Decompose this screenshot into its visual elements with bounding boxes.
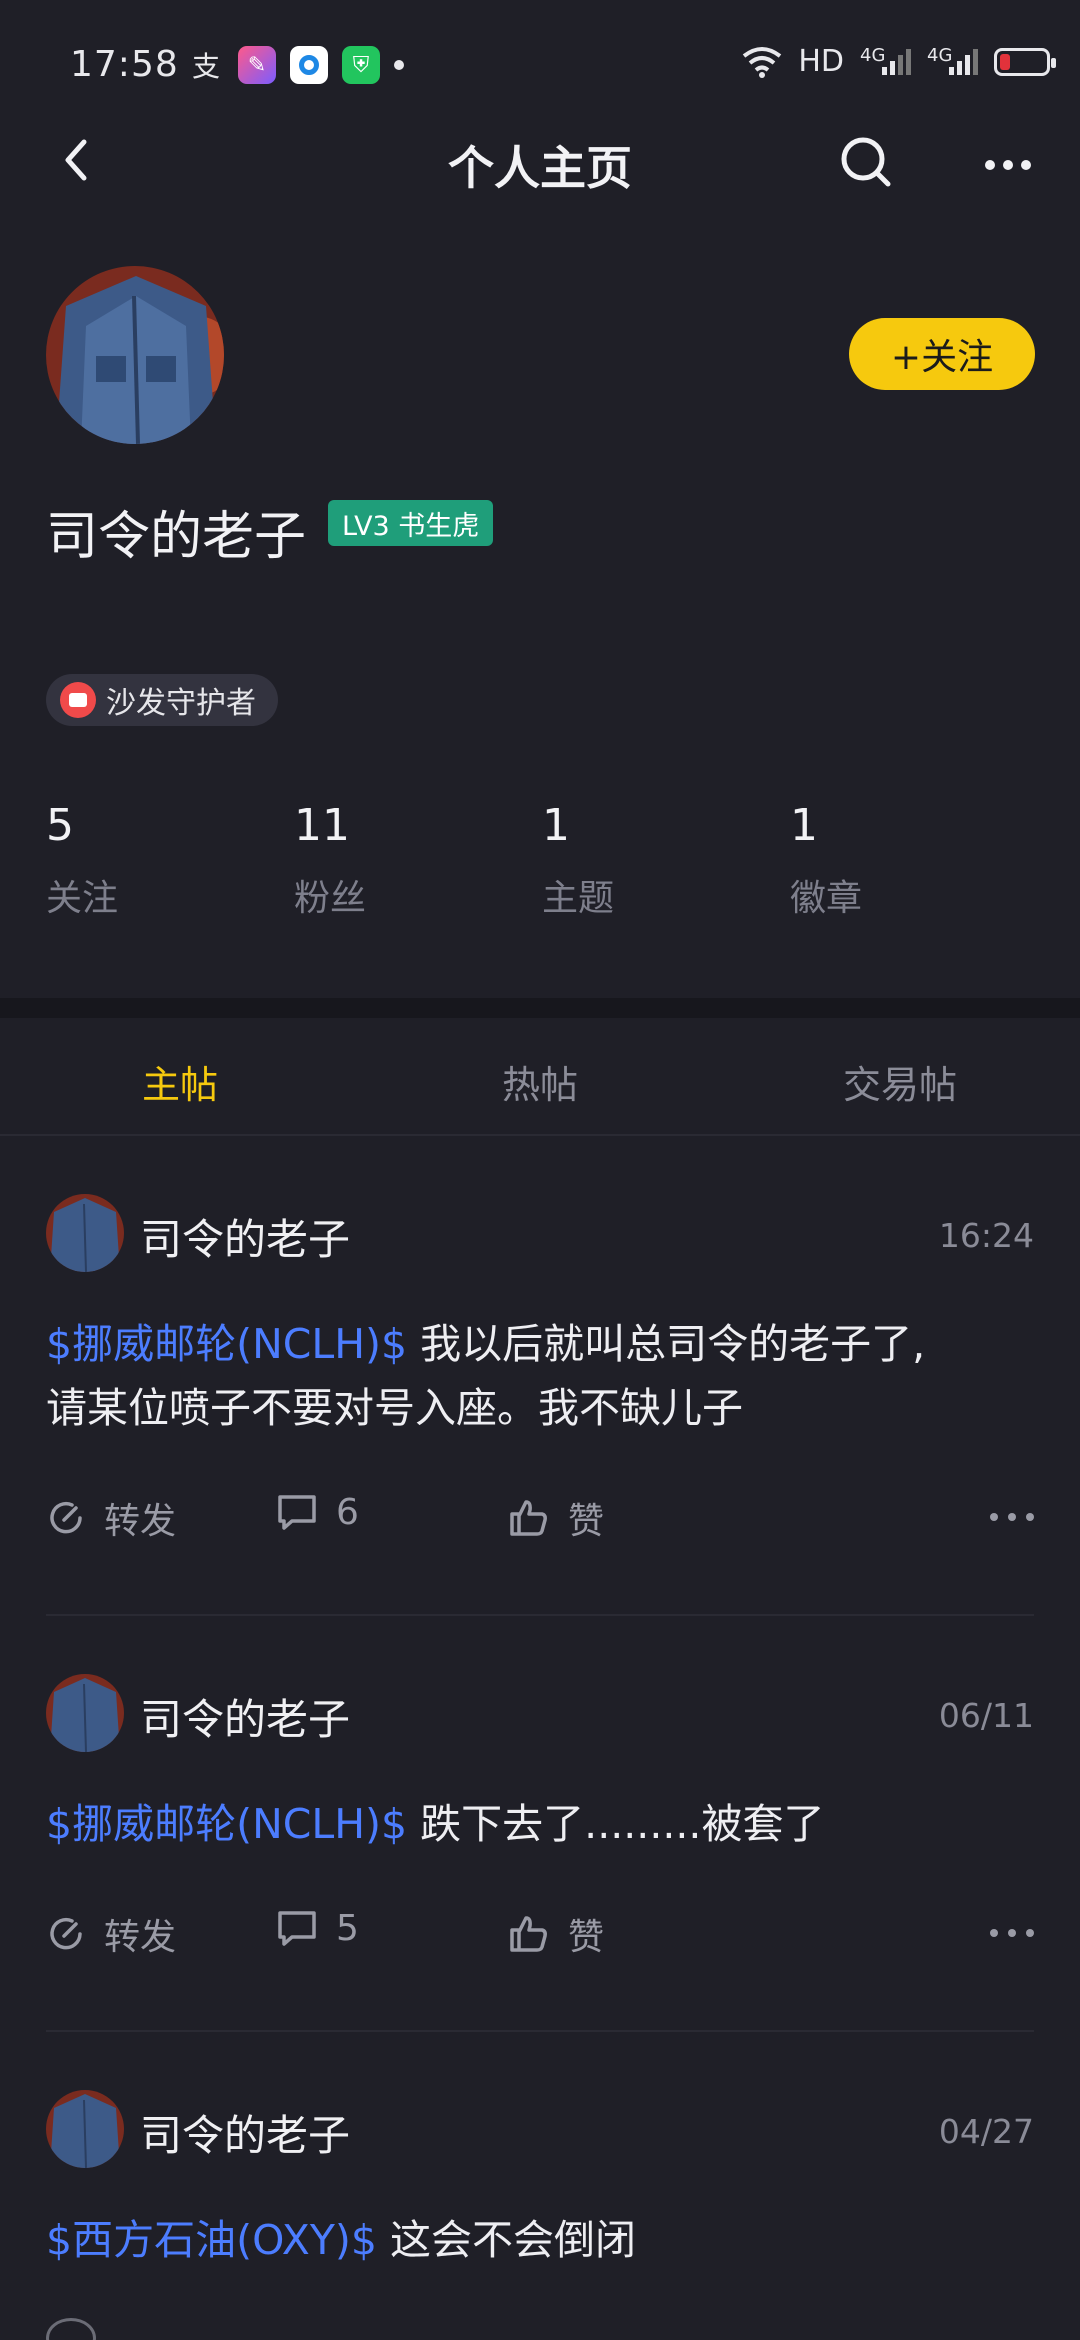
post-more-icon[interactable] xyxy=(988,1510,1038,1524)
like-button[interactable]: 赞 xyxy=(508,1492,604,1544)
profile-name: 司令的老子 xyxy=(46,507,307,567)
medal-tag[interactable]: 沙发守护者 xyxy=(46,674,278,726)
post-time: 16:24 xyxy=(938,1216,1034,1255)
tab-trade-posts[interactable]: 交易帖 xyxy=(720,1054,1080,1109)
more-horizontal-icon[interactable] xyxy=(980,150,1040,180)
post-actions-partial xyxy=(46,2318,1034,2340)
sofa-medal-icon xyxy=(60,682,96,718)
section-divider xyxy=(0,998,1080,1018)
app-icon xyxy=(290,46,328,84)
stat-following[interactable]: 5 关注 xyxy=(46,800,118,921)
status-time: 17:58 xyxy=(70,44,179,85)
alipay-icon: 支 xyxy=(192,50,220,82)
post-avatar[interactable] xyxy=(46,2090,124,2168)
app-icon: ✎ xyxy=(238,46,276,84)
more-notifications-dot xyxy=(394,60,404,70)
stat-topics[interactable]: 1 主题 xyxy=(542,800,614,921)
repost-icon xyxy=(50,1917,82,1950)
post-avatar[interactable] xyxy=(46,1674,124,1752)
tab-hot-posts[interactable]: 热帖 xyxy=(360,1054,720,1109)
post-more-icon[interactable] xyxy=(988,1926,1038,1940)
status-bar: 17:58 支 ✎ ⛨ HD 4G 4G xyxy=(0,0,1080,130)
post-author[interactable]: 司令的老子 xyxy=(140,1686,350,1747)
post-divider xyxy=(46,1614,1034,1616)
post-content[interactable]: $西方石油(OXY)$ 这会不会倒闭 xyxy=(46,2208,1046,2272)
page-title: 个人主页 xyxy=(448,141,632,195)
svg-text:支: 支 xyxy=(192,50,220,82)
signal-4g-icon: 4G xyxy=(927,45,978,75)
stat-followers[interactable]: 11 粉丝 xyxy=(294,800,366,921)
post-time: 06/11 xyxy=(938,1696,1034,1735)
repost-button[interactable]: 转发 xyxy=(46,1492,176,1544)
repost-icon xyxy=(50,1501,82,1534)
comment-button[interactable]: 6 xyxy=(276,1492,359,1533)
post-time: 04/27 xyxy=(938,2112,1034,2151)
follow-button[interactable]: +关注 xyxy=(849,318,1035,390)
stock-ticker-link[interactable]: $挪威邮轮(NCLH)$ xyxy=(46,1800,407,1848)
comment-icon xyxy=(278,1494,316,1530)
status-right: HD 4G 4G xyxy=(742,44,1056,79)
medal-label: 沙发守护者 xyxy=(106,686,256,721)
battery-icon xyxy=(994,47,1056,76)
signal-4g-icon: 4G xyxy=(860,45,911,75)
post-author[interactable]: 司令的老子 xyxy=(140,1206,350,1267)
repost-button[interactable]: 转发 xyxy=(46,1908,176,1960)
hd-label: HD xyxy=(798,44,844,79)
post-avatar[interactable] xyxy=(46,1194,124,1272)
level-badge[interactable]: LV3 书生虎 xyxy=(328,500,494,546)
stock-ticker-link[interactable]: $西方石油(OXY)$ xyxy=(46,2216,377,2264)
like-button[interactable]: 赞 xyxy=(508,1908,604,1960)
notification-icons: 支 ✎ ⛨ xyxy=(190,46,404,84)
stat-badges[interactable]: 1 徽章 xyxy=(790,800,862,921)
thumbs-up-icon xyxy=(510,1500,547,1536)
wifi-icon xyxy=(743,46,782,78)
post-author[interactable]: 司令的老子 xyxy=(140,2102,350,2163)
post-divider xyxy=(46,2030,1034,2032)
comment-icon xyxy=(278,1910,316,1946)
avatar[interactable] xyxy=(46,266,224,444)
shield-app-icon: ⛨ xyxy=(342,46,380,84)
thumbs-up-icon xyxy=(510,1916,547,1952)
search-icon[interactable] xyxy=(836,132,896,192)
post-tabs: 主帖 热帖 交易帖 xyxy=(0,1018,1080,1136)
tab-main-posts[interactable]: 主帖 xyxy=(0,1054,360,1109)
post-content[interactable]: $挪威邮轮(NCLH)$ 我以后就叫总司令的老子了, 请某位喷子不要对号入座。我… xyxy=(46,1312,1046,1440)
stock-ticker-link[interactable]: $挪威邮轮(NCLH)$ xyxy=(46,1320,407,1368)
comment-button[interactable]: 5 xyxy=(276,1908,359,1949)
post-content[interactable]: $挪威邮轮(NCLH)$ 跌下去了.........被套了 xyxy=(46,1792,1046,1856)
